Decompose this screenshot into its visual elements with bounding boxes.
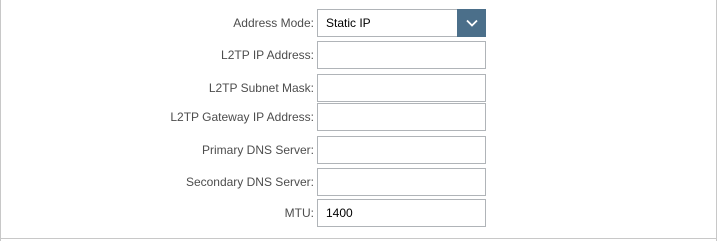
primary-dns-server-input[interactable] xyxy=(317,136,486,164)
l2tp-gateway-ip-address-row: L2TP Gateway IP Address: xyxy=(0,103,717,131)
address-mode-row: Address Mode: Static IP xyxy=(0,9,717,37)
secondary-dns-server-label: Secondary DNS Server: xyxy=(185,175,314,189)
l2tp-gateway-ip-address-input[interactable] xyxy=(317,103,486,131)
l2tp-ip-address-label: L2TP IP Address: xyxy=(221,48,314,62)
l2tp-ip-address-input[interactable] xyxy=(317,41,486,69)
address-mode-label: Address Mode: xyxy=(233,16,314,30)
address-mode-select[interactable]: Static IP xyxy=(317,9,486,37)
primary-dns-server-row: Primary DNS Server: xyxy=(0,136,717,164)
secondary-dns-server-input[interactable] xyxy=(317,168,486,196)
chevron-down-icon xyxy=(465,19,478,27)
address-mode-value: Static IP xyxy=(326,16,371,30)
address-mode-dropdown-button[interactable] xyxy=(457,9,486,37)
l2tp-subnet-mask-label: L2TP Subnet Mask: xyxy=(208,81,314,95)
l2tp-gateway-ip-address-label: L2TP Gateway IP Address: xyxy=(170,110,314,124)
l2tp-subnet-mask-input[interactable] xyxy=(317,74,486,102)
panel-bottom-divider xyxy=(0,238,717,239)
mtu-label: MTU: xyxy=(284,206,314,220)
l2tp-subnet-mask-row: L2TP Subnet Mask: xyxy=(0,74,717,102)
secondary-dns-server-row: Secondary DNS Server: xyxy=(0,168,717,196)
mtu-row: MTU: xyxy=(0,199,717,227)
mtu-input[interactable] xyxy=(317,199,486,227)
primary-dns-server-label: Primary DNS Server: xyxy=(201,143,314,157)
l2tp-ip-address-row: L2TP IP Address: xyxy=(0,41,717,69)
